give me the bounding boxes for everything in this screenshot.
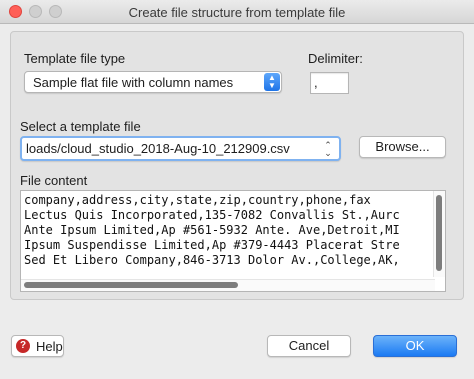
template-type-select[interactable]: Sample flat file with column names ▲ ▼ [24,71,282,93]
browse-button[interactable]: Browse... [359,136,446,158]
help-button[interactable]: ? Help [11,335,64,357]
ok-button[interactable]: OK [373,335,457,357]
file-content-lines: company,address,city,state,zip,country,p… [21,193,431,268]
horizontal-scrollbar[interactable] [21,279,435,291]
up-down-chevrons-icon: ⌃ ⌄ [324,140,332,158]
file-content-label: File content [20,173,88,188]
window-title: Create file structure from template file [128,5,346,20]
template-type-label: Template file type [24,51,126,66]
file-content-line: Ante Ipsum Limited,Ap #561-5932 Ante. Av… [24,223,400,237]
file-content-line: Sed Et Libero Company,846-3713 Dolor Av.… [24,253,400,267]
file-content-line: company,address,city,state,zip,country,p… [24,193,371,207]
title-bar: Create file structure from template file [0,0,474,24]
delimiter-field[interactable]: , [310,72,349,94]
template-type-value: Sample flat file with column names [33,75,234,90]
template-file-select[interactable]: loads/cloud_studio_2018-Aug-10_212909.cs… [20,136,341,161]
file-content-line: Ipsum Suspendisse Limited,Ap #379-4443 P… [24,238,400,252]
help-label: Help [36,339,63,354]
file-content-area[interactable]: company,address,city,state,zip,country,p… [20,190,446,292]
horizontal-scroll-thumb[interactable] [24,282,238,288]
up-down-chevrons-icon: ▲ ▼ [264,73,280,91]
vertical-scroll-thumb[interactable] [436,195,442,271]
vertical-scrollbar[interactable] [433,191,445,277]
file-content-line: Lectus Quis Incorporated,135-7082 Conval… [24,208,400,222]
template-file-label: Select a template file [20,119,141,134]
cancel-button[interactable]: Cancel [267,335,351,357]
delimiter-label: Delimiter: [308,51,363,66]
help-icon: ? [16,339,30,353]
template-file-value: loads/cloud_studio_2018-Aug-10_212909.cs… [26,141,290,156]
delimiter-value: , [314,75,318,90]
